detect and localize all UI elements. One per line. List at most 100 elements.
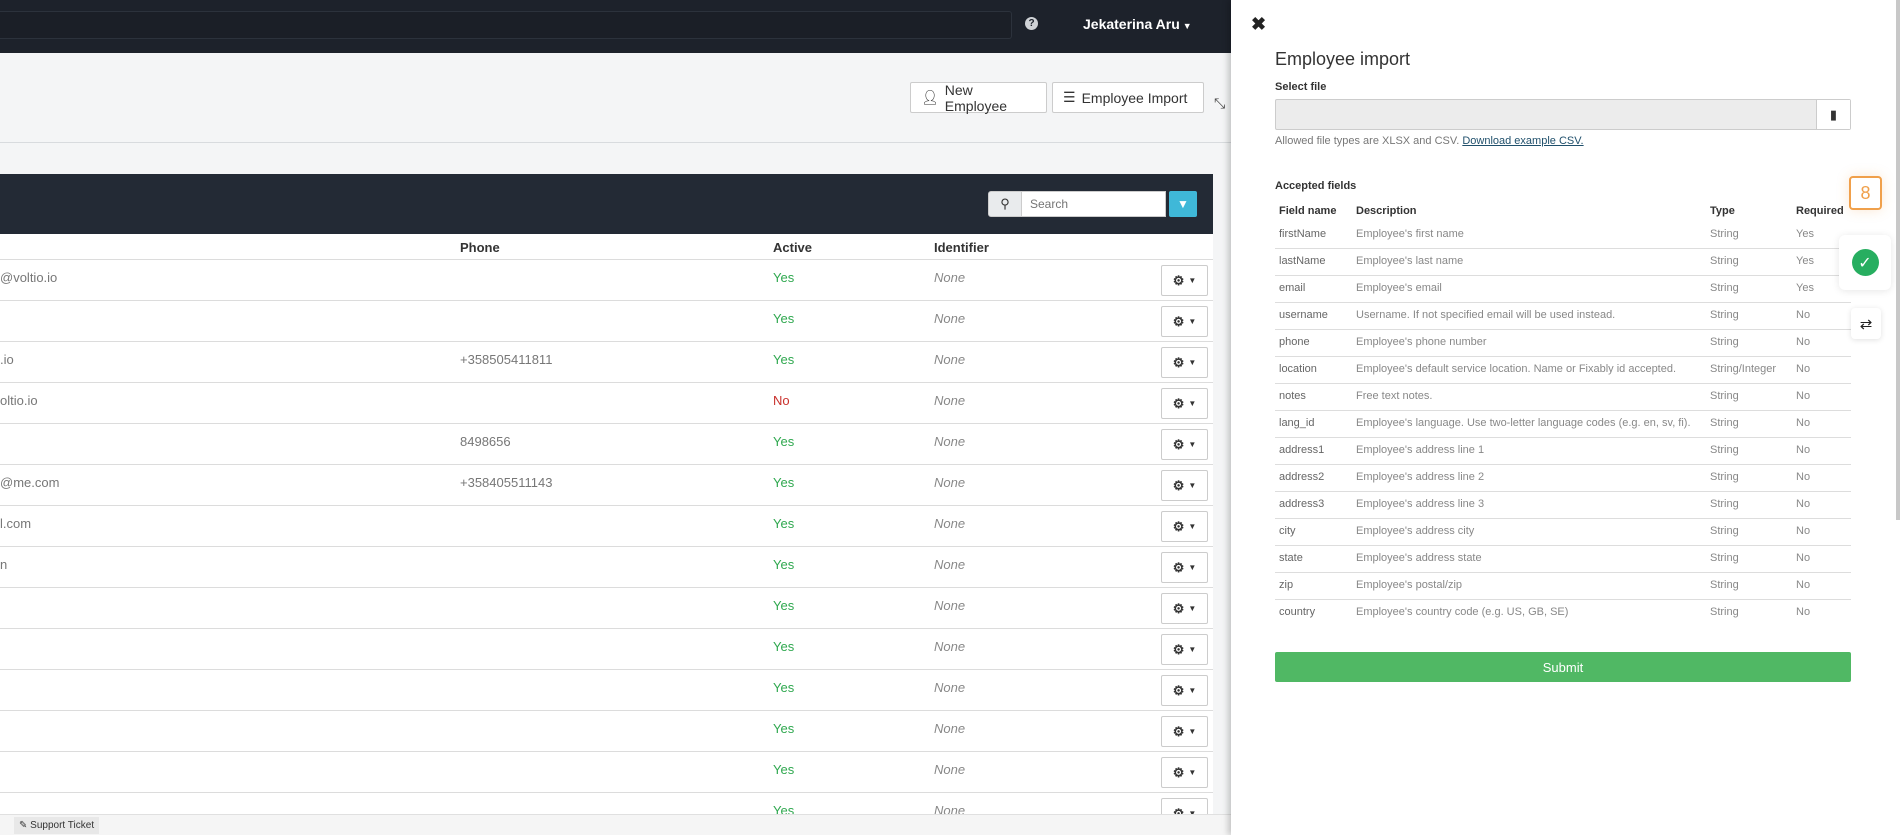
- employee-import-panel: ✖ Employee import Select file ▮ Allowed …: [1231, 0, 1900, 835]
- row-actions-button[interactable]: ⚙▼: [1161, 429, 1208, 460]
- global-search-bar[interactable]: [0, 11, 1012, 39]
- table-row[interactable]: 8498656 Yes None ⚙ ▼: [0, 423, 1213, 464]
- field-type: String: [1706, 248, 1792, 276]
- identifier-cell: None: [934, 352, 966, 367]
- row-actions-button[interactable]: ⚙▼: [1161, 634, 1208, 665]
- field-description: Employee's language. Use two-letter lang…: [1352, 410, 1706, 438]
- row-actions-button[interactable]: ⚙▼: [1161, 593, 1208, 624]
- field-required: No: [1792, 383, 1851, 411]
- table-row[interactable]: l.com Yes None ⚙ ▼: [0, 505, 1213, 546]
- table-row[interactable]: .io +358505411811 Yes None ⚙ ▼: [0, 341, 1213, 382]
- row-actions-button[interactable]: ⚙▼: [1161, 675, 1208, 706]
- field-name: country: [1275, 599, 1352, 626]
- active-cell: Yes: [773, 516, 795, 531]
- user-icon: 👤︎: [921, 89, 939, 105]
- gear-icon: ⚙: [1172, 436, 1185, 452]
- status-widget[interactable]: ✓: [1839, 235, 1891, 290]
- gear-icon: ⚙: [1172, 682, 1185, 698]
- filter-button[interactable]: ▼: [1169, 191, 1197, 217]
- row-actions-button[interactable]: ⚙▼: [1161, 716, 1208, 747]
- user-menu[interactable]: Jekaterina Aru ▼: [1083, 16, 1192, 32]
- table-row[interactable]: oltio.io No None ⚙ ▼: [0, 382, 1213, 423]
- field-description: Employee's email: [1352, 275, 1706, 303]
- field-name: lastName: [1275, 248, 1352, 276]
- check-circle-icon: ✓: [1851, 249, 1879, 276]
- file-input[interactable]: ▮: [1275, 99, 1851, 130]
- column-active[interactable]: Active: [773, 240, 812, 255]
- field-description: Employee's address state: [1352, 545, 1706, 573]
- col-required: Required: [1796, 205, 1844, 217]
- select-file-label: Select file: [1275, 81, 1327, 93]
- table-row[interactable]: @me.com +358405511143 Yes None ⚙ ▼: [0, 464, 1213, 505]
- phone-cell: +358505411811: [460, 352, 553, 367]
- field-description: Employee's default service location. Nam…: [1352, 356, 1706, 384]
- row-actions-button[interactable]: ⚙▼: [1161, 511, 1208, 542]
- table-row[interactable]: Yes None ⚙▼: [0, 710, 1213, 751]
- employee-import-label: Employee Import: [1081, 89, 1188, 106]
- caret-down-icon: ▼: [1188, 727, 1197, 736]
- field-required: No: [1792, 464, 1851, 492]
- table-row[interactable]: Yes None ⚙▼: [0, 587, 1213, 628]
- table-row[interactable]: @voltio.io Yes None ⚙ ▼: [0, 259, 1213, 300]
- support-ticket-button[interactable]: ✎ Support Ticket: [14, 817, 100, 834]
- field-description: Employee's address city: [1352, 518, 1706, 546]
- scrollbar[interactable]: [1896, 0, 1900, 520]
- field-row: lastName Employee's last name String Yes: [1275, 248, 1851, 276]
- file-icon[interactable]: ▮: [1816, 100, 1850, 129]
- top-navbar: ? Jekaterina Aru ▼: [0, 0, 1231, 53]
- row-actions-button[interactable]: ⚙▼: [1161, 552, 1208, 583]
- field-row: state Employee's address state String No: [1275, 545, 1851, 573]
- identifier-cell: None: [934, 762, 966, 777]
- column-identifier[interactable]: Identifier: [934, 240, 989, 255]
- new-employee-button[interactable]: 👤︎ New Employee: [910, 81, 1047, 114]
- search-input[interactable]: [1022, 191, 1166, 217]
- gear-icon: ⚙: [1172, 272, 1185, 288]
- phone-cell: 8498656: [460, 434, 511, 449]
- employee-import-button[interactable]: ☰ Employee Import: [1052, 82, 1204, 113]
- email-cell: @voltio.io: [0, 270, 58, 285]
- page-header: 👤︎ New Employee ☰ Employee Import: [0, 53, 1231, 143]
- field-name: notes: [1275, 383, 1352, 411]
- question-circle-icon[interactable]: ?: [1025, 17, 1038, 30]
- field-row: notes Free text notes. String No: [1275, 383, 1851, 411]
- gear-icon: ⚙: [1172, 395, 1185, 411]
- field-type: String: [1706, 329, 1792, 357]
- row-actions-button[interactable]: ⚙▼: [1161, 757, 1208, 788]
- field-description: Employee's address line 1: [1352, 437, 1706, 465]
- row-actions-button[interactable]: ⚙▼: [1161, 347, 1208, 378]
- caret-down-icon: ▼: [1188, 481, 1197, 490]
- table-row[interactable]: Yes None ⚙▼: [0, 300, 1213, 341]
- table-row[interactable]: Yes None ⚙▼: [0, 669, 1213, 710]
- gear-icon: ⚙: [1172, 559, 1185, 575]
- table-row[interactable]: Yes None ⚙▼: [0, 628, 1213, 669]
- new-employee-label: New Employee: [944, 81, 1008, 114]
- hint-text: Allowed file types are XLSX and CSV.: [1275, 135, 1460, 147]
- field-name: city: [1275, 518, 1352, 546]
- swap-arrows-icon[interactable]: ⇄: [1851, 308, 1881, 339]
- field-type: String: [1706, 572, 1792, 600]
- column-phone[interactable]: Phone: [460, 240, 500, 255]
- field-row: country Employee's country code (e.g. US…: [1275, 599, 1851, 626]
- phone-cell: +358405511143: [460, 475, 553, 490]
- table-row[interactable]: n Yes None ⚙ ▼: [0, 546, 1213, 587]
- download-example-link[interactable]: Download example CSV.: [1462, 135, 1583, 147]
- field-name: address2: [1275, 464, 1352, 492]
- field-name: lang_id: [1275, 410, 1352, 438]
- compress-icon[interactable]: ⤡: [1214, 95, 1225, 112]
- row-actions-button[interactable]: ⚙▼: [1161, 470, 1208, 501]
- identifier-cell: None: [934, 393, 966, 408]
- identifier-cell: None: [934, 721, 966, 736]
- identifier-cell: None: [934, 639, 966, 654]
- row-actions-button[interactable]: ⚙▼: [1161, 265, 1208, 296]
- field-type: String: [1706, 437, 1792, 465]
- notification-count-badge[interactable]: 8: [1849, 176, 1882, 210]
- row-actions-button[interactable]: ⚙▼: [1161, 388, 1208, 419]
- close-icon[interactable]: ✖: [1251, 14, 1266, 35]
- submit-button[interactable]: Submit: [1275, 652, 1851, 682]
- field-name: zip: [1275, 572, 1352, 600]
- row-actions-button[interactable]: ⚙▼: [1161, 306, 1208, 337]
- table-row[interactable]: Yes None ⚙▼: [0, 751, 1213, 792]
- identifier-cell: None: [934, 557, 966, 572]
- active-cell: Yes: [773, 598, 795, 613]
- search-icon[interactable]: ⚲: [988, 191, 1022, 217]
